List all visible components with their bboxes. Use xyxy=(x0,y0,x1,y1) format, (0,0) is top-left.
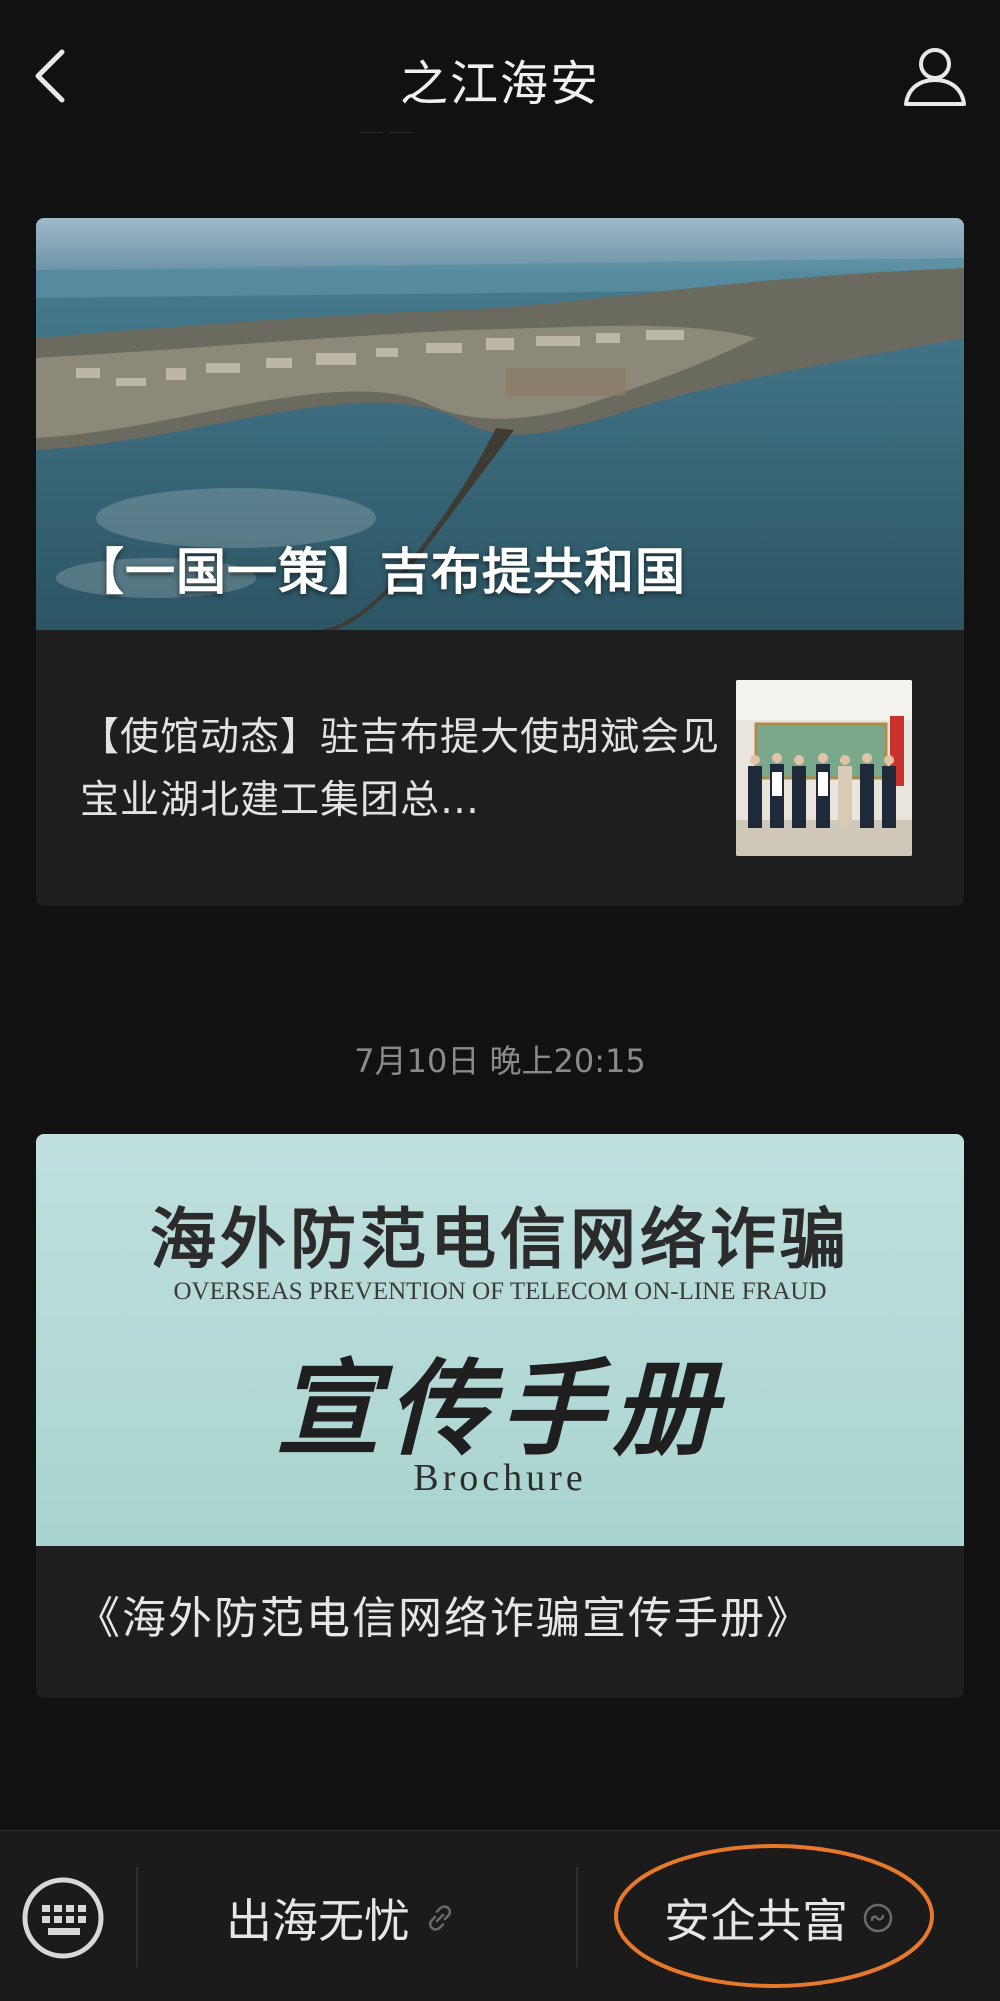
keyboard-toggle-button[interactable] xyxy=(20,1875,106,1961)
article-title[interactable]: 《海外防范电信网络诈骗宣传手册》 xyxy=(76,1582,812,1646)
meeting-photo xyxy=(736,680,912,856)
sub-article-title: 【使馆动态】驻吉布提大使胡斌会见宝业湖北建工集团总… xyxy=(80,715,721,823)
banner-english: Brochure xyxy=(413,1457,587,1499)
keyboard-icon xyxy=(22,1877,104,1959)
menu-item-chuhai-wuyou[interactable]: 出海无忧 xyxy=(226,1883,456,1953)
page-title: 之江海安 xyxy=(399,56,600,112)
banner-title: 海外防范电信网络诈骗 xyxy=(150,1200,850,1278)
scrolled-text-fragment: ▔▔ ▔▔ ▔▔ xyxy=(360,132,492,158)
message-timestamp: 7月10日 晚上20:15 xyxy=(354,1042,646,1080)
banner-big-text: 宣传手册 xyxy=(275,1347,724,1470)
link-icon xyxy=(428,1905,452,1931)
profile-button[interactable] xyxy=(900,44,970,110)
article-card-2[interactable]: 海外防范电信网络诈骗 OVERSEAS PREVENTION OF TELECO… xyxy=(36,1134,964,1698)
menu-divider xyxy=(136,1867,138,1967)
annotation-circle xyxy=(614,1844,934,1988)
back-button[interactable] xyxy=(28,44,78,108)
chat-page: 之江海安 ▔▔ ▔▔ ▔▔ 【一国一策】吉布提共和国 【使馆动态】驻吉布提大使胡… xyxy=(0,0,1000,2001)
top-navbar: 之江海安 xyxy=(0,0,1000,150)
menu-divider xyxy=(576,1867,578,1967)
sub-article-thumbnail xyxy=(736,680,912,856)
hero-image: 【一国一策】吉布提共和国 xyxy=(36,218,964,630)
menu-item-label: 出海无忧 xyxy=(226,1894,410,1948)
hero-caption: 【一国一策】吉布提共和国 xyxy=(74,543,686,601)
brochure-banner: 海外防范电信网络诈骗 OVERSEAS PREVENTION OF TELECO… xyxy=(36,1134,964,1546)
user-icon xyxy=(904,48,966,106)
chevron-left-icon xyxy=(35,49,65,103)
banner-subtitle: OVERSEAS PREVENTION OF TELECOM ON-LINE F… xyxy=(173,1278,827,1305)
